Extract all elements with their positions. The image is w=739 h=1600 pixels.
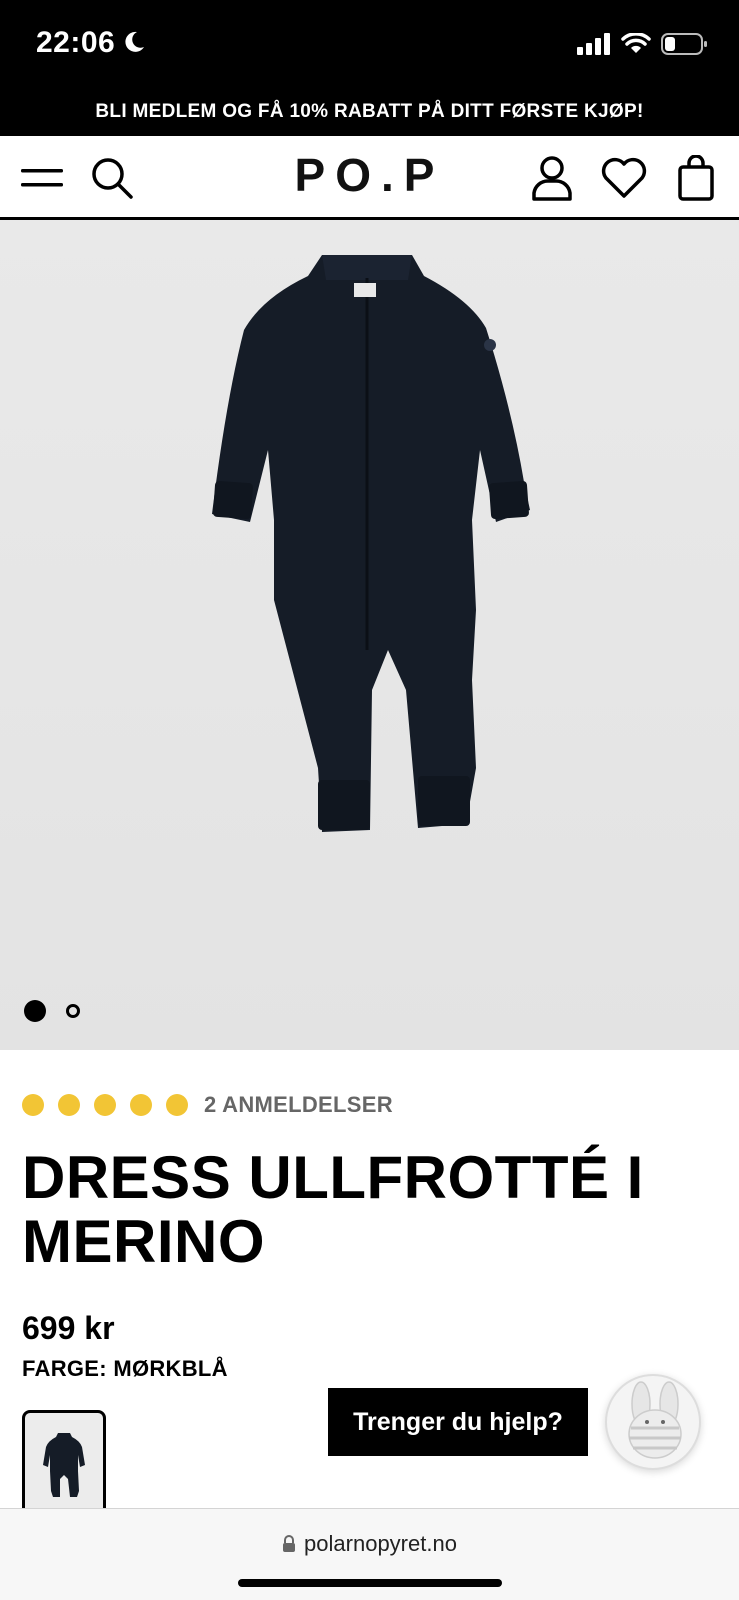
promo-banner[interactable]: BLI MEDLEM OG FÅ 10% RABATT PÅ DITT FØRS…: [0, 88, 739, 136]
home-indicator[interactable]: [238, 1579, 502, 1587]
status-indicators: [577, 32, 709, 61]
rating-dot: [22, 1094, 44, 1116]
rating-dot: [166, 1094, 188, 1116]
garment-body: [212, 255, 530, 832]
browser-address-bar[interactable]: polarnopyret.no: [0, 1508, 739, 1600]
color-swatch-selected[interactable]: [22, 1410, 106, 1520]
product-title: DRESS ULLFROTTÉ I MERINO: [22, 1144, 644, 1275]
product-price: 699 kr: [22, 1310, 115, 1346]
product-image: [212, 255, 530, 832]
rating-dot: [130, 1094, 152, 1116]
wishlist-icon[interactable]: [600, 154, 648, 202]
chat-avatar[interactable]: [605, 1374, 701, 1470]
gallery-dot-active[interactable]: [24, 1000, 46, 1022]
color-label: FARGE: MØRKBLÅ: [22, 1356, 228, 1381]
moon-icon: [122, 30, 146, 59]
lock-icon: [282, 1533, 296, 1559]
url-text: polarnopyret.no: [304, 1531, 457, 1556]
bag-icon[interactable]: [672, 154, 720, 202]
signal-icon: [577, 33, 611, 60]
swatch-thumbnail: [43, 1433, 85, 1497]
status-bar: 22:06: [0, 0, 739, 88]
gallery-pagination: [24, 1000, 80, 1022]
site-header: PO.P: [0, 136, 739, 220]
gallery-dot[interactable]: [66, 1004, 80, 1018]
battery-icon: [661, 32, 709, 61]
reviews-link[interactable]: 2 ANMELDELSER: [204, 1092, 393, 1118]
rating-dot: [58, 1094, 80, 1116]
rating-dot: [94, 1094, 116, 1116]
product-rating[interactable]: 2 ANMELDELSER: [22, 1092, 393, 1118]
product-image-gallery[interactable]: [0, 220, 739, 1050]
help-chat-button[interactable]: Trenger du hjelp?: [328, 1388, 588, 1456]
status-time: 22:06: [36, 26, 116, 59]
account-icon[interactable]: [528, 154, 576, 202]
url-display[interactable]: polarnopyret.no: [0, 1531, 739, 1559]
wifi-icon: [621, 32, 651, 60]
